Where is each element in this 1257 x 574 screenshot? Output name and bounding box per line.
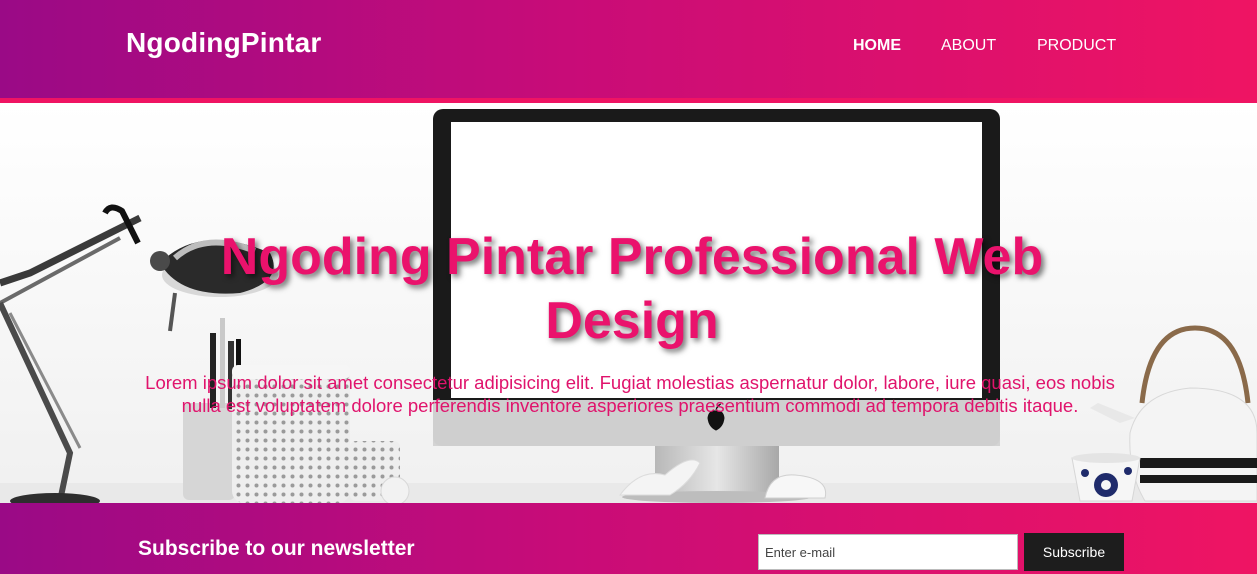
- site-header: NgodingPintar HOME ABOUT PRODUCT: [0, 0, 1257, 103]
- nav-item-about[interactable]: ABOUT: [941, 37, 996, 55]
- hero-title: Ngoding Pintar Professional Web Design: [220, 228, 1044, 350]
- email-input[interactable]: [758, 534, 1018, 570]
- nav-item-product[interactable]: PRODUCT: [1037, 37, 1116, 55]
- hero-section: Ngoding Pintar Professional Web Design L…: [0, 103, 1257, 503]
- hero-description: Lorem ipsum dolor sit amet consectetur a…: [145, 372, 1115, 416]
- newsletter-title: Subscribe to our newsletter: [138, 537, 415, 560]
- patterned-cup: [1071, 453, 1141, 502]
- main-nav: HOME ABOUT PRODUCT: [0, 37, 1257, 57]
- newsletter-bar: Subscribe to our newsletter Subscribe: [0, 503, 1257, 574]
- subscribe-button[interactable]: Subscribe: [1024, 533, 1124, 571]
- nav-item-home[interactable]: HOME: [853, 37, 901, 55]
